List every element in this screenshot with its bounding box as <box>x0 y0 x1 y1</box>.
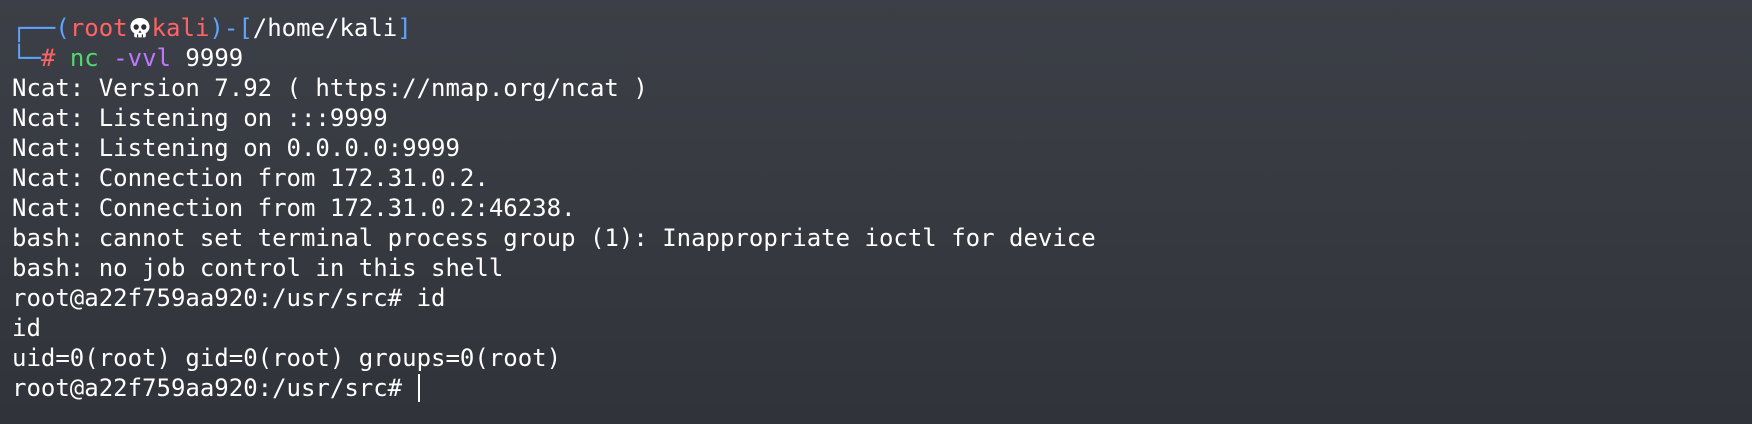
command-port: 9999 <box>185 44 244 72</box>
prompt-command-line: └─# nc -vvl 9999 <box>12 43 1752 73</box>
prompt-close-bracket: ] <box>397 14 412 42</box>
prompt-open-paren: ( <box>55 14 70 42</box>
output-line: uid=0(root) gid=0(root) groups=0(root) <box>12 344 562 372</box>
output-line: Ncat: Listening on :::9999 <box>12 104 388 132</box>
prompt-path: /home/kali <box>252 14 398 42</box>
prompt-hash: # <box>40 44 56 72</box>
terminal-window[interactable]: ┌──(root kali)-[/home/kali] └─# nc -vvl 9… <box>0 0 1752 424</box>
current-prompt: root@a22f759aa920:/usr/src# <box>12 374 417 402</box>
skull-icon <box>128 13 152 43</box>
prompt-corner-top: ┌── <box>12 14 56 42</box>
output-line: Ncat: Connection from 172.31.0.2. <box>12 164 489 192</box>
prompt-header-line: ┌──(root kali)-[/home/kali] <box>12 13 1752 43</box>
prompt-close-paren: ) <box>209 14 224 42</box>
current-prompt-line[interactable]: root@a22f759aa920:/usr/src# <box>12 373 1752 403</box>
output-line: bash: no job control in this shell <box>12 254 504 282</box>
text-cursor[interactable] <box>417 374 420 402</box>
prompt-corner-bottom: └─ <box>12 44 41 72</box>
prompt-host: kali <box>151 14 210 42</box>
prompt-user: root <box>69 14 128 42</box>
output-line: bash: cannot set terminal process group … <box>12 224 1096 252</box>
output-line: id <box>12 314 41 342</box>
prompt-dash: - <box>223 14 239 42</box>
output-line: Ncat: Connection from 172.31.0.2:46238. <box>12 194 576 222</box>
output-line: root@a22f759aa920:/usr/src# id <box>12 284 446 312</box>
output-line: Ncat: Listening on 0.0.0.0:9999 <box>12 134 460 162</box>
prompt-open-bracket: [ <box>238 14 253 42</box>
command-name: nc <box>69 44 99 72</box>
output-line: Ncat: Version 7.92 ( https://nmap.org/nc… <box>12 74 648 102</box>
command-args: -vvl <box>113 44 171 72</box>
